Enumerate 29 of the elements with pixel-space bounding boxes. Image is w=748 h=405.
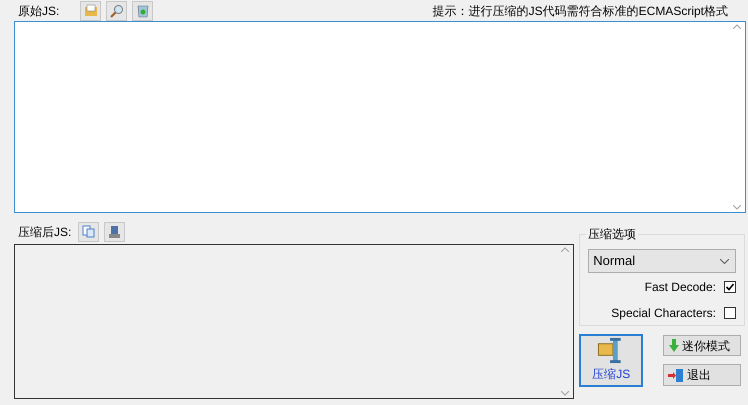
chevron-down-icon	[720, 258, 729, 264]
checkbox-label: Special Characters:	[611, 304, 716, 322]
copy-icon	[82, 225, 95, 238]
search-button[interactable]	[106, 0, 127, 20]
mode-dropdown[interactable]: Normal	[588, 249, 736, 273]
compress-button[interactable]: 压缩JS	[579, 334, 644, 387]
scroll-up-icon	[560, 247, 569, 252]
hint-text: 提示：进行压缩的JS代码需符合标准的ECMAScript格式	[432, 2, 728, 20]
source-label: 原始JS:	[18, 2, 60, 20]
options-title: 压缩选项	[586, 227, 638, 241]
exit-door-icon	[668, 368, 684, 382]
folder-icon	[84, 4, 98, 17]
output-label: 压缩后JS:	[18, 224, 72, 240]
arrow-down-icon	[669, 339, 680, 352]
checkbox[interactable]	[724, 280, 736, 292]
checkbox[interactable]	[724, 306, 736, 318]
save-button[interactable]	[104, 222, 125, 242]
scroll-up-icon	[732, 24, 740, 29]
checkbox-label: Fast Decode:	[644, 278, 716, 296]
open-file-button[interactable]	[80, 0, 101, 20]
search-icon	[110, 4, 124, 18]
recycle-bin-button[interactable]	[132, 0, 153, 20]
copy-button[interactable]	[78, 222, 99, 242]
exit-button[interactable]: 退出	[663, 364, 742, 386]
mini-mode-button[interactable]: 迷你模式	[663, 335, 742, 356]
scroll-down-icon	[732, 205, 740, 210]
scroll-down-icon	[560, 391, 569, 396]
bin-icon	[136, 4, 148, 18]
disk-icon	[108, 224, 121, 238]
